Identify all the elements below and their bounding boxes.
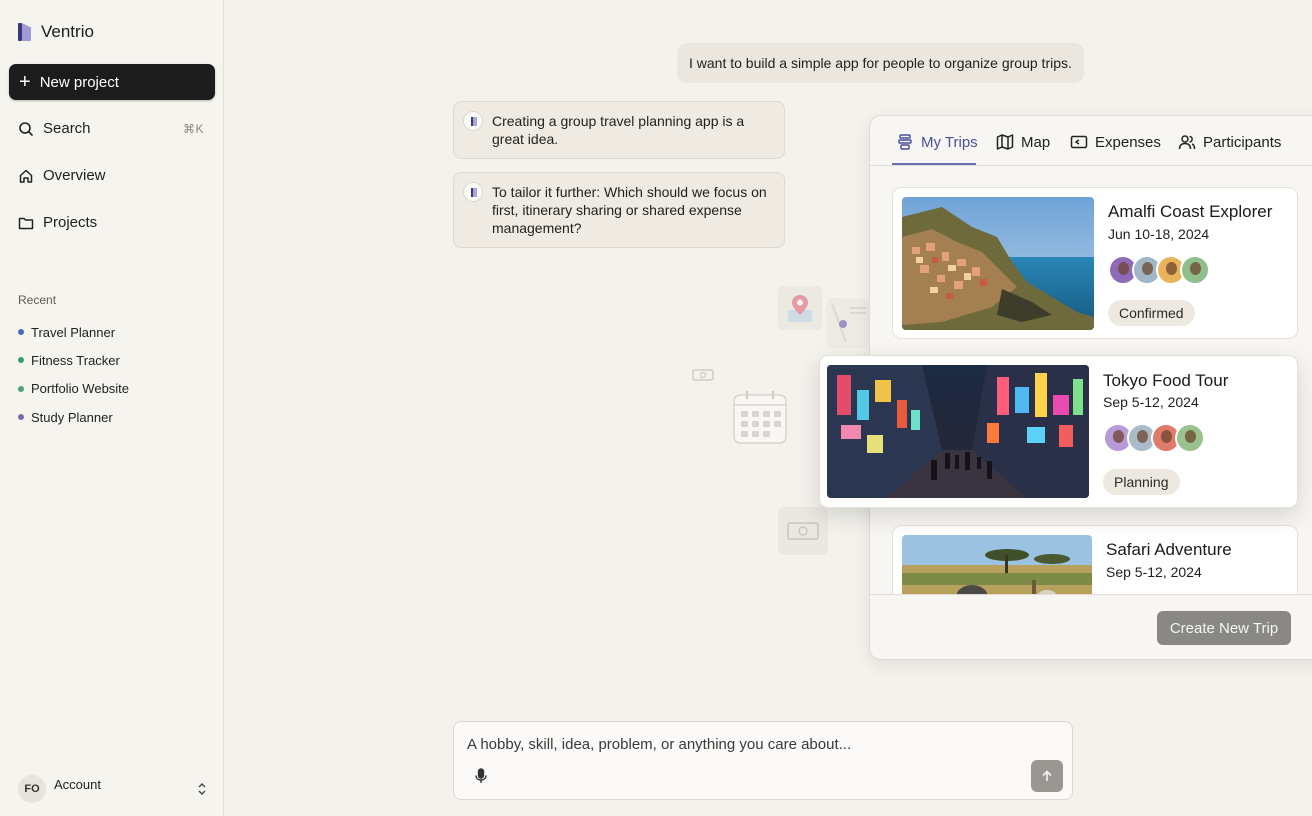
assistant-message-text: Creating a group travel planning app is … (492, 113, 745, 147)
trip-date: Sep 5-12, 2024 (1106, 564, 1202, 580)
message-composer (453, 721, 1073, 800)
search-shortcut: ⌘K (182, 121, 204, 136)
recent-item[interactable]: Study Planner (18, 403, 129, 431)
active-tab-indicator (892, 163, 976, 165)
recent-item-label: Fitness Tracker (31, 352, 120, 368)
create-new-trip-button[interactable]: Create New Trip (1157, 611, 1291, 645)
trips-icon (898, 134, 912, 150)
tab-label: Map (1021, 133, 1051, 151)
home-icon (19, 169, 33, 183)
folder-icon (18, 217, 34, 229)
account-label: Account (54, 777, 101, 792)
map-pin-icon (788, 295, 812, 322)
tab-label: Expenses (1095, 133, 1161, 151)
assistant-message-text: To tailor it further: Which should we fo… (492, 184, 767, 236)
assistant-message: Creating a group travel planning app is … (453, 101, 785, 159)
user-message: I want to build a simple app for people … (677, 43, 1084, 83)
status-dot-icon (18, 414, 24, 421)
new-project-label: New project (39, 73, 119, 91)
avatar (1175, 423, 1205, 453)
trip-image (827, 365, 1089, 498)
new-project-button[interactable]: + New project (9, 64, 215, 100)
sidebar-item-projects[interactable]: Projects (18, 214, 208, 231)
status-badge: Confirmed (1108, 300, 1195, 326)
tab-map[interactable]: Map (996, 133, 1050, 151)
trip-title: Safari Adventure (1106, 540, 1232, 559)
trip-image (902, 197, 1094, 330)
status-dot-icon (18, 357, 24, 364)
trip-title: Amalfi Coast Explorer (1108, 202, 1273, 221)
city-night-photo-icon (827, 365, 1089, 498)
cash-icon (692, 369, 714, 381)
ventrio-logo-icon (18, 23, 32, 41)
trip-date: Sep 5-12, 2024 (1103, 394, 1199, 410)
prompt-input[interactable] (467, 736, 1027, 753)
recent-item-label: Portfolio Website (31, 381, 130, 397)
participant-avatars (1108, 255, 1210, 285)
wallet-icon (1070, 135, 1088, 149)
tab-my-trips[interactable]: My Trips (896, 133, 978, 151)
sidebar-item-search[interactable]: Search ⌘K (18, 120, 208, 137)
sidebar-item-label: Search (43, 120, 91, 137)
sidebar-item-label: Projects (43, 214, 98, 231)
recent-heading: Recent (18, 293, 57, 307)
recent-item[interactable]: Travel Planner (18, 318, 129, 346)
tab-expenses[interactable]: Expenses (1070, 133, 1161, 151)
tab-label: My Trips (921, 133, 978, 151)
assistant-message: To tailor it further: Which should we fo… (453, 172, 785, 248)
sidebar-item-overview[interactable]: Overview (18, 167, 208, 184)
arrow-up-icon (1042, 770, 1052, 781)
avatar (1180, 255, 1210, 285)
trip-card[interactable]: Amalfi Coast Explorer Jun 10-18, 2024 Co… (892, 187, 1298, 339)
avatar: FO (18, 775, 46, 803)
map-decor-icon (826, 298, 870, 348)
map-icon (996, 134, 1014, 150)
map-fold-icon (831, 303, 866, 343)
brand[interactable]: Ventrio (18, 22, 94, 42)
tab-label: Participants (1203, 133, 1282, 151)
cash-decor-icon (692, 368, 714, 382)
banknote-icon (787, 522, 819, 540)
trip-card-highlighted[interactable]: Tokyo Food Tour Sep 5-12, 2024 Planning (819, 355, 1298, 508)
sidebar-item-label: Overview (43, 167, 106, 184)
people-icon (1178, 135, 1196, 150)
coast-photo-icon (902, 197, 1094, 330)
send-button[interactable] (1031, 760, 1063, 792)
status-badge: Planning (1103, 469, 1180, 495)
app-name: Ventrio (41, 22, 94, 41)
participant-avatars (1103, 423, 1205, 453)
recent-item-label: Travel Planner (31, 324, 116, 340)
status-dot-icon (18, 329, 24, 336)
preview-footer: Create New Trip (870, 594, 1312, 659)
calendar-decor-icon (731, 389, 789, 447)
recent-list: Travel Planner Fitness Tracker Portfolio… (18, 318, 129, 431)
trip-date: Jun 10-18, 2024 (1108, 226, 1210, 242)
trip-title: Tokyo Food Tour (1103, 371, 1229, 390)
assistant-avatar-icon (463, 111, 483, 131)
plus-icon: + (19, 71, 31, 93)
assistant-avatar-icon (463, 182, 483, 202)
recent-item[interactable]: Portfolio Website (18, 375, 129, 403)
tab-participants[interactable]: Participants (1178, 133, 1281, 151)
chevron-updown-icon (198, 783, 206, 795)
preview-tabs: My Trips Map Expenses Participants (870, 116, 1312, 166)
microphone-icon[interactable] (474, 768, 488, 784)
search-icon (19, 121, 34, 136)
recent-item-label: Study Planner (31, 409, 113, 425)
account-switcher[interactable]: FO Account (18, 775, 208, 803)
status-dot-icon (18, 385, 24, 392)
banknote-decor-icon (778, 507, 828, 555)
sidebar: Ventrio + New project Search ⌘K Overview… (0, 0, 224, 816)
recent-item[interactable]: Fitness Tracker (18, 346, 129, 374)
map-pin-decor-icon (778, 286, 822, 330)
calendar-icon (733, 391, 787, 444)
